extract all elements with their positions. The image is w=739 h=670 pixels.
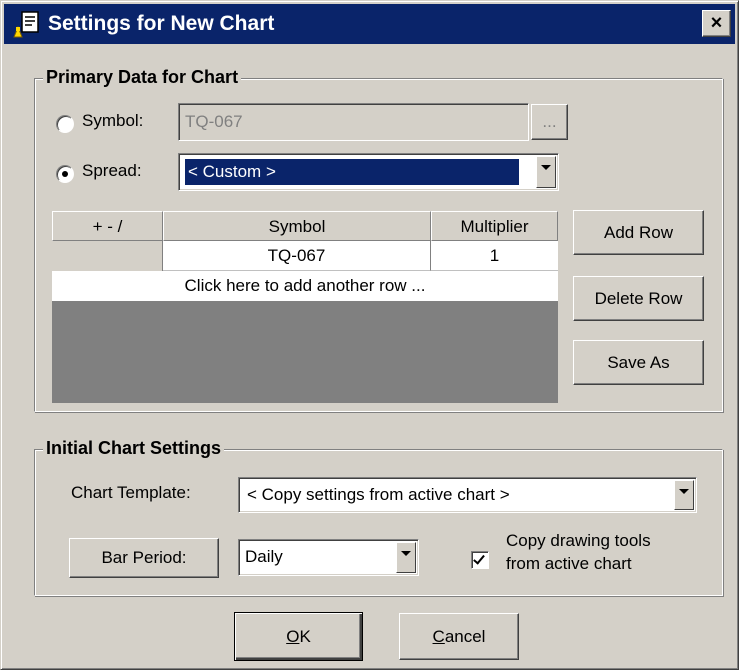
chart-settings-icon [12,9,42,39]
spread-select-value: < Custom > [184,158,520,186]
column-header-symbol[interactable]: Symbol [163,211,431,241]
chevron-down-icon[interactable] [674,480,694,510]
initial-settings-group-title: Initial Chart Settings [43,438,225,459]
symbol-browse-button[interactable]: ... [531,104,568,140]
chart-template-value: < Copy settings from active chart > [247,485,510,504]
chart-template-label: Chart Template: [71,483,191,502]
close-icon: × [710,12,723,34]
copy-drawing-tools-checkbox[interactable] [471,551,489,569]
row-operator-cell[interactable] [52,241,163,271]
add-row-prompt[interactable]: Click here to add another row ... [52,271,558,301]
cancel-button-label: Cancel [433,627,486,647]
window-title: Settings for New Chart [48,12,275,35]
column-header-operator[interactable]: + - / [52,211,163,241]
spread-radio[interactable] [56,165,74,183]
row-multiplier-cell[interactable]: 1 [431,241,558,271]
browse-ellipsis: ... [542,112,557,131]
copy-drawing-tools-line2: from active chart [506,554,632,573]
table-row[interactable]: TQ-067 1 [52,241,558,271]
symbol-label: Symbol: [82,111,144,130]
primary-data-group-title: Primary Data for Chart [43,67,242,88]
spread-label: Spread: [82,161,142,180]
cancel-button[interactable]: Cancel [399,613,519,660]
copy-drawing-tools-line1: Copy drawing tools [506,531,651,550]
close-button[interactable]: × [702,10,731,37]
chevron-down-icon[interactable] [536,156,556,188]
bar-period-button[interactable]: Bar Period: [69,538,219,578]
bar-period-select[interactable]: Daily [238,539,419,576]
symbol-radio[interactable] [56,115,74,133]
settings-dialog: Settings for New Chart × Primary Data fo… [0,0,739,670]
symbol-field-value: TQ-067 [185,112,243,131]
ok-button[interactable]: OK [234,612,363,661]
cancel-mnemonic: C [432,626,445,646]
ok-button-label: OK [286,627,311,647]
row-symbol-cell[interactable]: TQ-067 [163,241,431,271]
add-row-button-label: Add Row [604,222,673,242]
bar-period-button-label: Bar Period: [101,548,187,567]
title-bar[interactable]: Settings for New Chart × [4,4,735,44]
spread-grid[interactable]: + - / Symbol Multiplier TQ-067 1 Click h… [52,211,558,403]
cancel-label-rest: ancel [444,626,486,646]
column-header-multiplier[interactable]: Multiplier [431,211,558,241]
delete-row-button-label: Delete Row [594,288,683,308]
add-row-button[interactable]: Add Row [573,210,704,255]
chevron-down-icon[interactable] [396,542,416,573]
ok-label-rest: K [299,626,311,646]
delete-row-button[interactable]: Delete Row [573,276,704,321]
save-as-button[interactable]: Save As [573,340,704,385]
ok-mnemonic: O [286,626,300,646]
symbol-field[interactable]: TQ-067 [178,103,529,141]
spread-select[interactable]: < Custom > [178,153,559,191]
save-as-button-label: Save As [607,352,670,372]
bar-period-value: Daily [245,547,283,566]
chart-template-select[interactable]: < Copy settings from active chart > [238,477,697,513]
